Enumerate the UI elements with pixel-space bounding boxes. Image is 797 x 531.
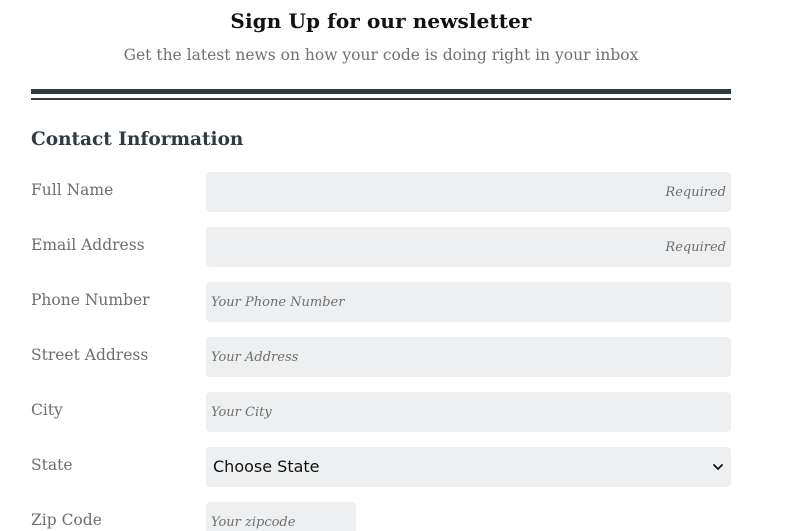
divider-thick [31,89,731,94]
form-row-email: Email Address [0,227,797,269]
email-input[interactable] [206,227,731,267]
city-input[interactable] [206,392,731,432]
zip-label: Zip Code [31,511,102,529]
form-row-zip: Zip Code [0,502,797,531]
state-label: State [31,456,73,474]
page-title: Sign Up for our newsletter [230,9,532,33]
form-row-state: State Choose State [0,447,797,489]
email-label: Email Address [31,236,145,254]
street-input[interactable] [206,337,731,377]
page-subtitle: Get the latest news on how your code is … [123,46,639,64]
form-row-city: City [0,392,797,434]
state-select-value: Choose State [213,457,320,476]
chevron-down-icon [713,464,723,470]
zip-input[interactable] [206,502,356,531]
form-row-full-name: Full Name [0,172,797,214]
street-label: Street Address [31,346,149,364]
divider-thin [31,98,731,100]
state-select[interactable]: Choose State [206,447,731,487]
phone-label: Phone Number [31,291,150,309]
phone-input[interactable] [206,282,731,322]
full-name-input[interactable] [206,172,731,212]
section-heading: Contact Information [31,129,244,150]
form-row-phone: Phone Number [0,282,797,324]
full-name-label: Full Name [31,181,114,199]
city-label: City [31,401,63,419]
form-row-street: Street Address [0,337,797,379]
